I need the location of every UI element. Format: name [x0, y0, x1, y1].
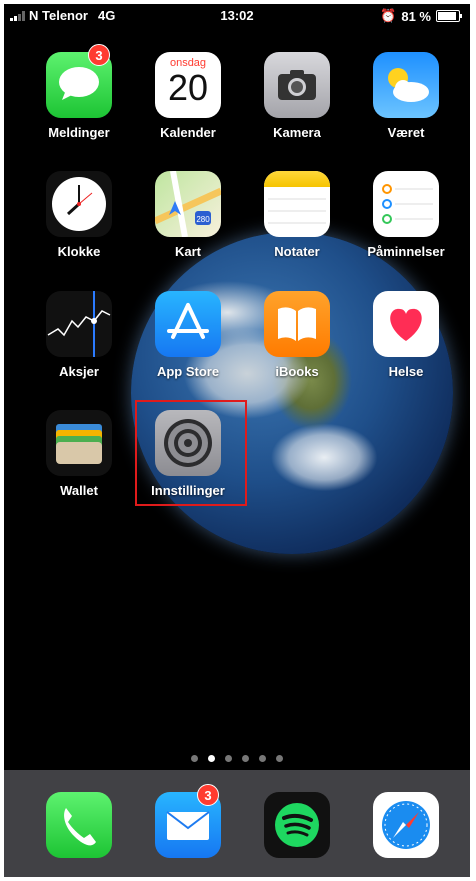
home-screen: N Telenor 4G 13:02 ⏰ 81 % 3 Meldinger on…	[4, 4, 470, 877]
dock-mail[interactable]: 3	[143, 784, 233, 858]
dock-spotify[interactable]	[252, 792, 342, 858]
calendar-icon: onsdag 20	[155, 52, 221, 118]
calendar-date: 20	[167, 67, 209, 108]
spotify-icon	[264, 792, 330, 858]
page-indicator[interactable]	[4, 755, 470, 762]
app-label: Påminnelser	[367, 244, 445, 259]
map-sign-text: 280	[196, 215, 210, 224]
battery-icon	[436, 10, 462, 22]
maps-icon: 280	[155, 171, 221, 237]
app-label: iBooks	[275, 364, 319, 379]
app-label: Kamera	[273, 125, 321, 140]
app-wallet[interactable]: Wallet	[34, 410, 124, 498]
app-label: App Store	[156, 364, 220, 379]
messages-icon: 3	[46, 44, 112, 118]
weather-icon	[373, 52, 439, 118]
stocks-icon	[46, 291, 112, 357]
app-notater[interactable]: Notater	[252, 171, 342, 259]
battery-percent: 81 %	[401, 8, 431, 24]
app-label: Klokke	[57, 244, 101, 259]
page-dot[interactable]	[242, 755, 249, 762]
dock-phone[interactable]	[34, 792, 124, 858]
notes-icon	[264, 171, 330, 237]
alarm-icon: ⏰	[380, 8, 397, 23]
camera-icon	[264, 52, 330, 118]
app-vaeret[interactable]: Været	[361, 52, 451, 140]
app-helse[interactable]: Helse	[361, 291, 451, 379]
app-label: Kart	[174, 244, 201, 259]
app-label: Aksjer	[59, 364, 99, 379]
app-app-store[interactable]: App Store	[143, 291, 233, 379]
mail-icon: 3	[155, 784, 221, 858]
mail-badge: 3	[197, 784, 219, 806]
page-dot-active[interactable]	[208, 755, 215, 762]
app-kart[interactable]: 280 Kart	[143, 171, 233, 259]
app-store-icon	[155, 291, 221, 357]
app-label: Notater	[274, 244, 320, 259]
app-ibooks[interactable]: iBooks	[252, 291, 342, 379]
status-bar: N Telenor 4G 13:02 ⏰ 81 %	[4, 4, 470, 28]
dock-safari[interactable]	[361, 792, 451, 858]
app-label: Været	[387, 125, 425, 140]
wallet-icon	[46, 410, 112, 476]
app-label: Helse	[388, 364, 424, 379]
clock-icon	[46, 171, 112, 237]
app-kamera[interactable]: Kamera	[252, 52, 342, 140]
health-icon	[373, 291, 439, 357]
ibooks-icon	[264, 291, 330, 357]
app-label: Wallet	[60, 483, 98, 498]
app-meldinger[interactable]: 3 Meldinger	[34, 44, 124, 140]
reminders-icon	[373, 171, 439, 237]
app-kalender[interactable]: onsdag 20 Kalender	[143, 52, 233, 140]
page-dot[interactable]	[276, 755, 283, 762]
app-paminnelser[interactable]: Påminnelser	[361, 171, 451, 259]
page-dot[interactable]	[191, 755, 198, 762]
highlight-box	[135, 400, 247, 506]
app-klokke[interactable]: Klokke	[34, 171, 124, 259]
messages-badge: 3	[88, 44, 110, 66]
app-label: Kalender	[160, 125, 216, 140]
app-label: Meldinger	[48, 125, 110, 140]
page-dot[interactable]	[259, 755, 266, 762]
app-aksjer[interactable]: Aksjer	[34, 291, 124, 379]
dock: 3	[4, 770, 470, 877]
phone-icon	[46, 792, 112, 858]
page-dot[interactable]	[225, 755, 232, 762]
safari-icon	[373, 792, 439, 858]
